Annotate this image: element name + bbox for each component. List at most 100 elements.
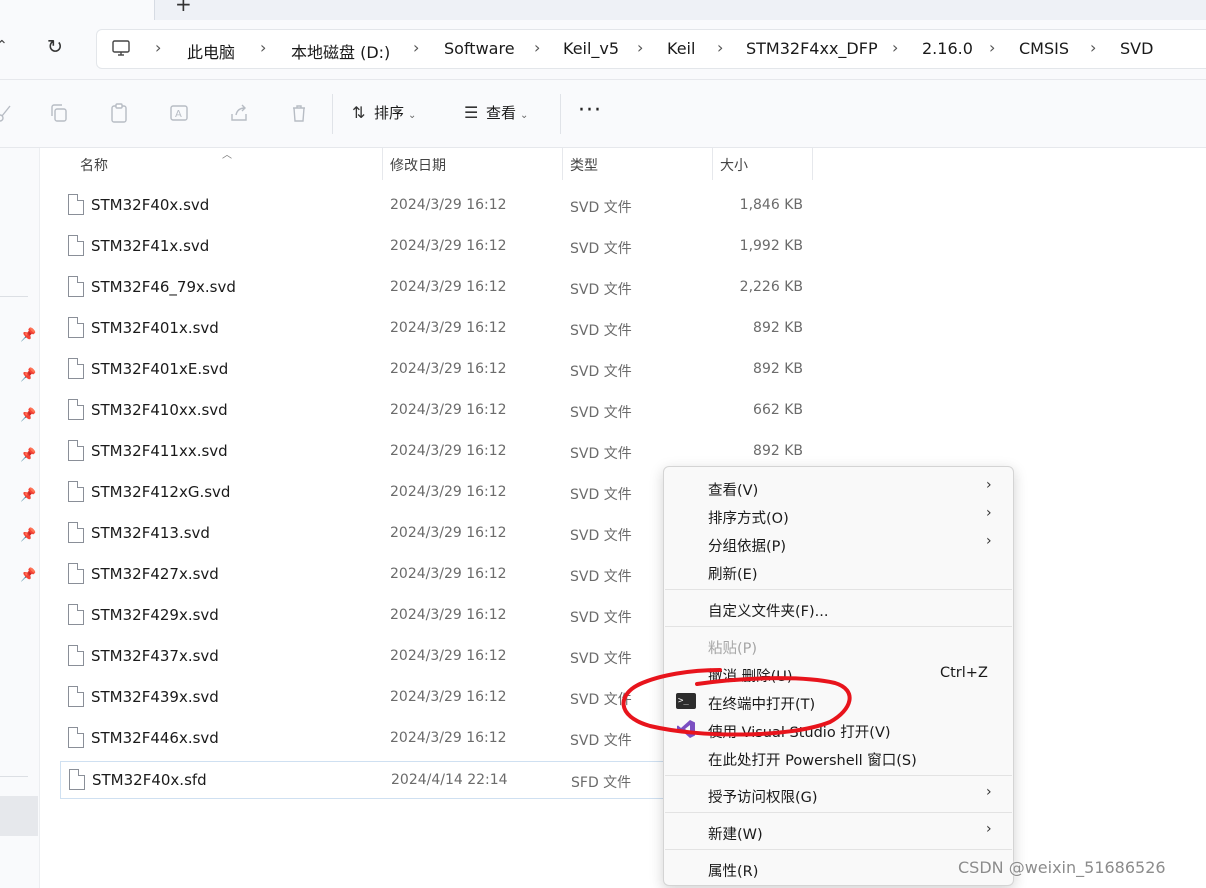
chevron-right-icon[interactable]: › — [1090, 38, 1096, 57]
file-size: 892 KB — [753, 320, 803, 336]
breadcrumb-item-dfp[interactable]: STM32F4xx_DFP — [746, 39, 878, 58]
refresh-icon[interactable]: ↻ — [47, 36, 63, 58]
menu-item-open-in-terminal[interactable]: 在终端中打开(T) — [708, 693, 815, 714]
chevron-right-icon[interactable]: › — [413, 38, 419, 57]
file-type: SVD 文件 — [570, 692, 632, 708]
file-name: STM32F446x.svd — [91, 729, 219, 747]
column-divider[interactable] — [812, 148, 813, 180]
file-date: 2024/3/29 16:12 — [390, 648, 507, 664]
cut-icon[interactable] — [0, 102, 14, 124]
breadcrumb-item-software[interactable]: Software — [444, 39, 515, 58]
file-row[interactable]: STM32F401x.svd 2024/3/29 16:12 SVD 文件 89… — [60, 310, 820, 348]
pin-icon[interactable]: 📌 — [20, 368, 36, 383]
nav-divider — [0, 776, 28, 777]
delete-icon[interactable] — [288, 102, 310, 124]
active-tab[interactable]: ✕ — [0, 0, 155, 20]
file-date: 2024/3/29 16:12 — [390, 238, 507, 254]
chevron-right-icon[interactable]: › — [717, 38, 723, 57]
menu-item-refresh[interactable]: 刷新(E) — [708, 563, 757, 584]
menu-item-open-powershell[interactable]: 在此处打开 Powershell 窗口(S) — [708, 749, 917, 770]
file-type: SVD 文件 — [570, 200, 632, 216]
breadcrumb-item-local-disk[interactable]: 本地磁盘 (D:) — [291, 39, 390, 63]
file-icon — [68, 727, 84, 748]
sort-button[interactable]: ⇅ 排序 ⌄ — [352, 102, 416, 123]
menu-item-group-by[interactable]: 分组依据(P) — [708, 535, 786, 556]
file-icon — [68, 563, 84, 584]
file-icon — [68, 522, 84, 543]
file-size: 1,846 KB — [739, 197, 803, 213]
menu-item-view[interactable]: 查看(V) — [708, 479, 758, 500]
command-bar: A ⇅ 排序 ⌄ ☰ 查看 ⌄ ··· — [0, 80, 1206, 148]
breadcrumb-item-cmsis[interactable]: CMSIS — [1019, 39, 1069, 58]
file-date: 2024/3/29 16:12 — [390, 730, 507, 746]
chevron-right-icon[interactable]: › — [534, 38, 540, 57]
breadcrumb[interactable]: › 此电脑 › 本地磁盘 (D:) › Software › Keil_v5 ›… — [96, 29, 1206, 69]
pin-icon[interactable]: 📌 — [20, 488, 36, 503]
file-icon — [68, 194, 84, 215]
column-header-type[interactable]: 类型 — [570, 155, 598, 175]
pin-icon[interactable]: 📌 — [20, 568, 36, 583]
pin-icon[interactable]: 📌 — [20, 528, 36, 543]
column-header-name[interactable]: 名称 — [80, 155, 108, 175]
file-row[interactable]: STM32F401xE.svd 2024/3/29 16:12 SVD 文件 8… — [60, 351, 820, 389]
file-row[interactable]: STM32F410xx.svd 2024/3/29 16:12 SVD 文件 6… — [60, 392, 820, 430]
menu-item-paste: 粘贴(P) — [708, 641, 758, 657]
column-divider[interactable] — [382, 148, 383, 180]
column-header-size[interactable]: 大小 — [720, 155, 748, 175]
chevron-right-icon[interactable]: › — [260, 38, 266, 57]
file-name: STM32F40x.sfd — [92, 771, 207, 789]
pin-icon[interactable]: 📌 — [20, 328, 36, 343]
column-divider[interactable] — [712, 148, 713, 180]
menu-item-sort-by[interactable]: 排序方式(O) — [708, 507, 789, 528]
file-icon — [68, 686, 84, 707]
file-row[interactable]: STM32F46_79x.svd 2024/3/29 16:12 SVD 文件 … — [60, 269, 820, 307]
file-date: 2024/3/29 16:12 — [390, 197, 507, 213]
paste-icon[interactable] — [108, 102, 130, 124]
menu-item-new[interactable]: 新建(W) — [708, 823, 763, 844]
file-row[interactable]: STM32F41x.svd 2024/3/29 16:12 SVD 文件 1,9… — [60, 228, 820, 266]
breadcrumb-item-keil-v5[interactable]: Keil_v5 — [563, 39, 619, 58]
file-name: STM32F427x.svd — [91, 565, 219, 583]
rename-icon[interactable]: A — [168, 102, 190, 124]
file-date: 2024/3/29 16:12 — [390, 443, 507, 459]
chevron-right-icon[interactable]: › — [989, 38, 995, 57]
more-options-icon[interactable]: ··· — [578, 98, 602, 123]
chevron-right-icon[interactable]: › — [892, 38, 898, 57]
chevron-right-icon[interactable]: › — [637, 38, 643, 57]
file-name: STM32F429x.svd — [91, 606, 219, 624]
menu-item-undo-delete[interactable]: 撤消 删除(U) — [708, 665, 793, 686]
chevron-right-icon[interactable]: › — [155, 38, 161, 57]
nav-selected-item[interactable] — [0, 796, 38, 836]
file-date: 2024/3/29 16:12 — [390, 566, 507, 582]
breadcrumb-item-version[interactable]: 2.16.0 — [922, 39, 973, 58]
file-date: 2024/4/14 22:14 — [391, 772, 508, 788]
column-header-date[interactable]: 修改日期 — [390, 155, 446, 175]
view-button[interactable]: ☰ 查看 ⌄ — [464, 102, 528, 123]
up-arrow-icon[interactable]: ⌃ — [0, 38, 8, 54]
menu-item-open-with-vs[interactable]: 使用 Visual Studio 打开(V) — [708, 721, 891, 742]
share-icon[interactable] — [228, 102, 250, 124]
new-tab-icon[interactable]: + — [175, 0, 192, 16]
svg-text:A: A — [175, 109, 182, 120]
column-divider[interactable] — [562, 148, 563, 180]
menu-item-customize-folder[interactable]: 自定义文件夹(F)... — [708, 600, 828, 621]
file-name: STM32F439x.svd — [91, 688, 219, 706]
file-type: SVD 文件 — [570, 282, 632, 298]
menu-separator — [665, 775, 1012, 776]
chevron-right-icon: › — [986, 784, 992, 800]
copy-icon[interactable] — [48, 102, 70, 124]
file-name: STM32F40x.svd — [91, 196, 210, 214]
pin-icon[interactable]: 📌 — [20, 408, 36, 423]
breadcrumb-item-keil[interactable]: Keil — [667, 39, 695, 58]
menu-item-grant-access[interactable]: 授予访问权限(G) — [708, 786, 818, 807]
pin-icon[interactable]: 📌 — [20, 448, 36, 463]
terminal-icon: >_ — [676, 693, 696, 709]
visual-studio-icon — [677, 720, 695, 738]
file-row[interactable]: STM32F40x.svd 2024/3/29 16:12 SVD 文件 1,8… — [60, 187, 820, 225]
file-size: 662 KB — [753, 402, 803, 418]
breadcrumb-item-svd[interactable]: SVD — [1120, 39, 1153, 58]
breadcrumb-item-this-pc[interactable]: 此电脑 — [187, 39, 235, 63]
file-type: SVD 文件 — [570, 733, 632, 749]
menu-item-properties[interactable]: 属性(R) — [708, 860, 758, 881]
file-icon — [68, 604, 84, 625]
